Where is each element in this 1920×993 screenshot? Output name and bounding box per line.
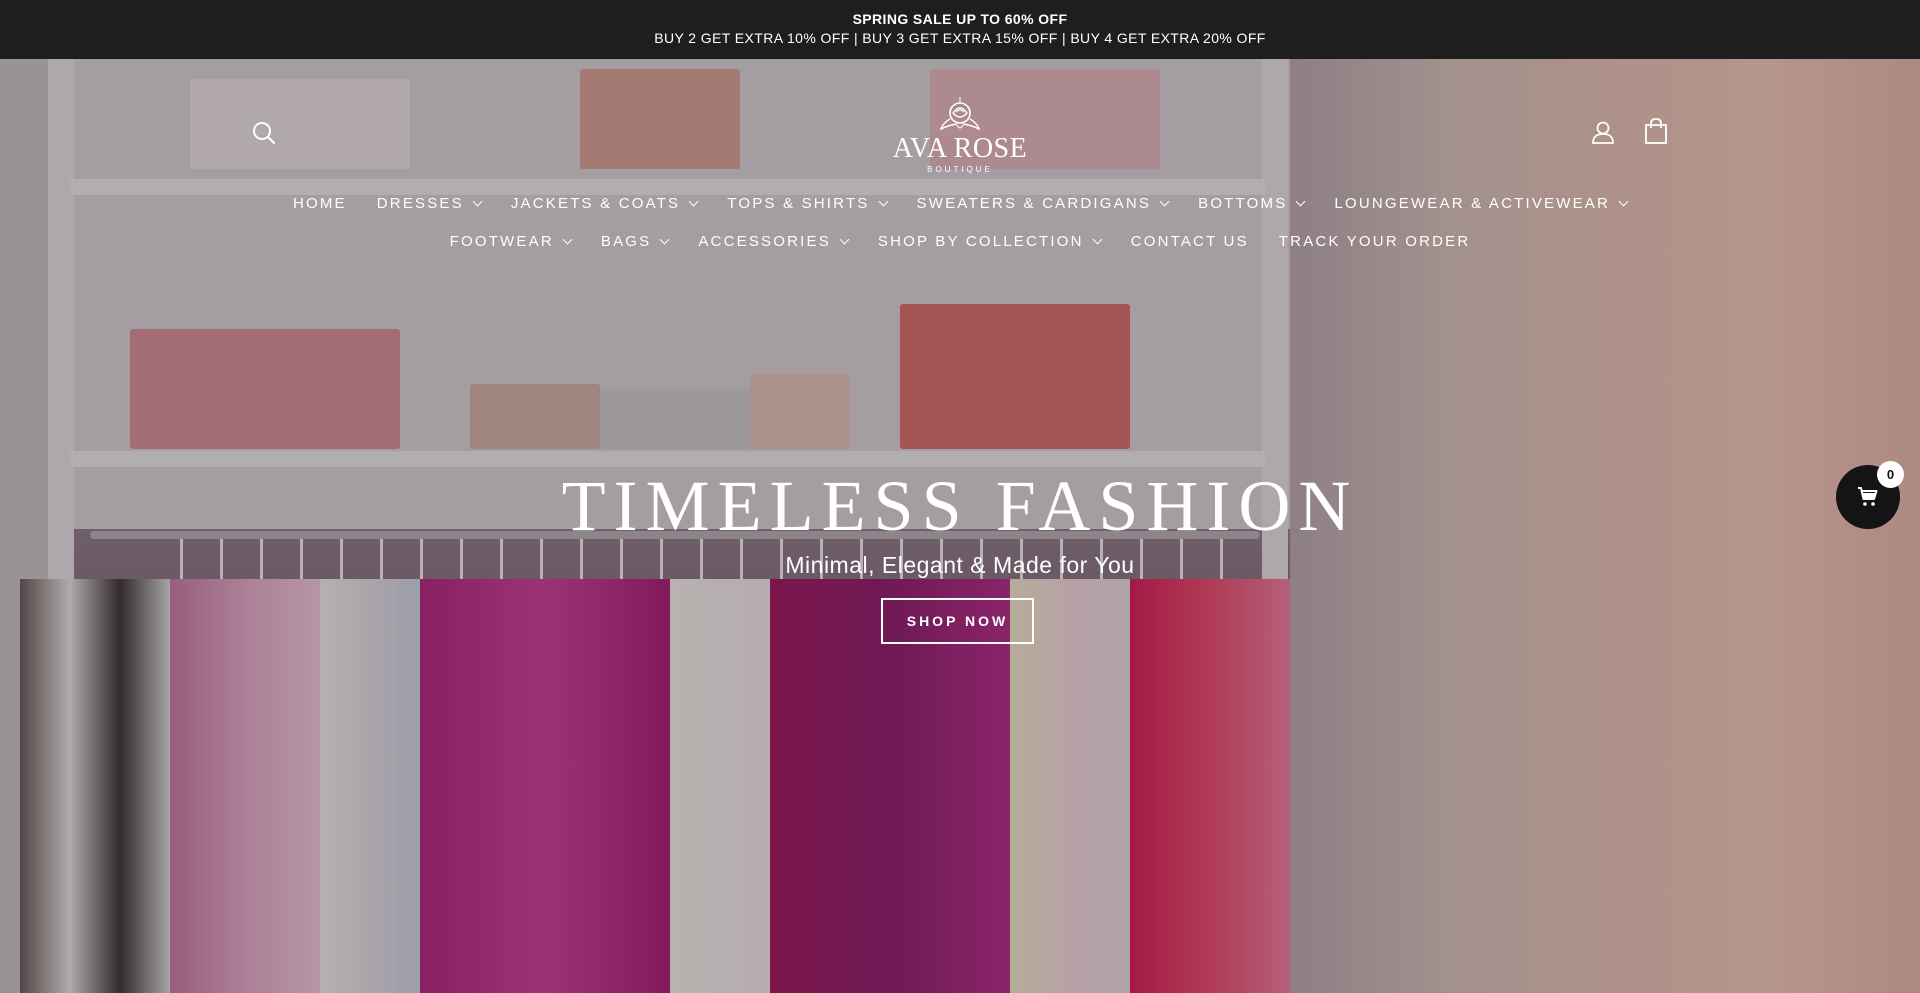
nav-item-sweaters-cardigans[interactable]: SWEATERS & CARDIGANS: [902, 195, 1184, 212]
chevron-down-icon: [1618, 196, 1629, 207]
nav-item-accessories[interactable]: ACCESSORIES: [683, 233, 863, 250]
rose-logo-icon: [939, 97, 981, 131]
chevron-down-icon: [659, 234, 670, 245]
chevron-down-icon: [1159, 196, 1170, 207]
nav-label: LOUNGEWEAR & ACTIVEWEAR: [1334, 195, 1611, 212]
nav-label: DRESSES: [376, 195, 464, 212]
chevron-down-icon: [688, 196, 699, 207]
nav-label: TOPS & SHIRTS: [727, 195, 870, 212]
nav-label: JACKETS & COATS: [510, 195, 681, 212]
nav-label: BAGS: [600, 233, 652, 250]
nav-label: FOOTWEAR: [449, 233, 554, 250]
account-icon[interactable]: [1589, 118, 1617, 146]
chevron-down-icon: [472, 196, 483, 207]
nav-item-bottoms[interactable]: BOTTOMS: [1183, 195, 1319, 212]
search-icon[interactable]: [250, 119, 278, 147]
chevron-down-icon: [1092, 234, 1103, 245]
nav-label: ACCESSORIES: [698, 233, 831, 250]
hero-title: TIMELESS FASHION: [561, 466, 1359, 546]
nav-item-loungewear-activewear[interactable]: LOUNGEWEAR & ACTIVEWEAR: [1319, 195, 1642, 212]
announcement-headline: SPRING SALE UP TO 60% OFF: [852, 11, 1068, 27]
chevron-down-icon: [562, 234, 573, 245]
nav-label: CONTACT US: [1130, 233, 1249, 250]
nav-item-home[interactable]: HOME: [278, 195, 362, 212]
shop-now-button[interactable]: SHOP NOW: [881, 598, 1034, 644]
announcement-offer: BUY 2 GET EXTRA 10% OFF | BUY 3 GET EXTR…: [654, 30, 1266, 46]
nav-item-jackets-coats[interactable]: JACKETS & COATS: [496, 195, 712, 212]
nav-item-bags[interactable]: BAGS: [586, 233, 683, 250]
cart-icon: [1858, 487, 1878, 506]
nav-label: TRACK YOUR ORDER: [1278, 233, 1471, 250]
cart-count-badge: 0: [1877, 461, 1904, 488]
nav-item-contact-us[interactable]: CONTACT US: [1116, 233, 1264, 250]
announcement-bar: SPRING SALE UP TO 60% OFF BUY 2 GET EXTR…: [0, 0, 1920, 59]
nav-item-track-your-order[interactable]: TRACK YOUR ORDER: [1264, 233, 1486, 250]
brand-logo[interactable]: AVA ROSE BOUTIQUE: [880, 97, 1040, 179]
chevron-down-icon: [878, 196, 888, 207]
nav-label: HOME: [292, 195, 347, 212]
logo-name: AVA ROSE: [892, 133, 1028, 164]
nav-label: SWEATERS & CARDIGANS: [916, 195, 1152, 212]
chevron-down-icon: [1295, 196, 1306, 207]
nav-item-shop-by-collection[interactable]: SHOP BY COLLECTION: [863, 233, 1116, 250]
nav-item-dresses[interactable]: DRESSES: [362, 195, 496, 212]
chevron-down-icon: [839, 234, 850, 245]
main-nav-row-1: HOME DRESSES JACKETS & COATS TOPS & SHIR…: [0, 195, 1920, 212]
logo-subtitle: BOUTIQUE: [927, 165, 993, 174]
main-nav-row-2: FOOTWEAR BAGS ACCESSORIES SHOP BY COLLEC…: [0, 233, 1920, 250]
nav-label: SHOP BY COLLECTION: [877, 233, 1084, 250]
nav-item-tops-shirts[interactable]: TOPS & SHIRTS: [712, 195, 901, 212]
nav-item-footwear[interactable]: FOOTWEAR: [435, 233, 586, 250]
nav-label: BOTTOMS: [1198, 195, 1288, 212]
hero-subtitle: Minimal, Elegant & Made for You: [785, 552, 1135, 578]
bag-icon[interactable]: [1642, 117, 1670, 145]
